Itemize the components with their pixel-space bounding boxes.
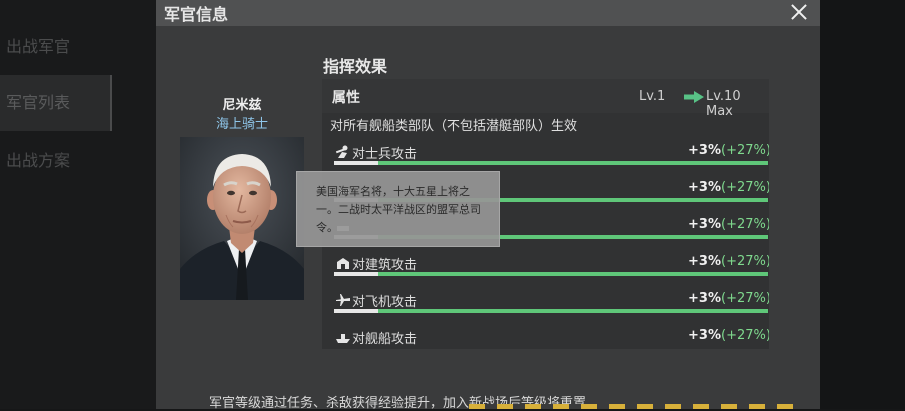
effect-row-value: +3% [688, 217, 721, 232]
effect-row-label: 对飞机攻击 [352, 295, 418, 310]
officer-bio-tooltip: 美国海军名将，十大五星上将之一。二战时太平洋战区的盟军总司令。 [296, 171, 500, 247]
effect-row-max: (+27%) [721, 143, 769, 158]
effect-row-label: 对舰船攻击 [352, 332, 418, 347]
effect-row-value: +3% [688, 143, 721, 158]
effect-progress-fill [334, 272, 378, 276]
ship-attack-icon [336, 334, 350, 343]
effect-progress-fill [334, 309, 378, 313]
officer-name: 尼米兹 [222, 98, 262, 113]
close-icon[interactable] [788, 1, 810, 23]
effect-scope-text: 对所有舰船类部队（不包括潜艇部队）生效 [330, 119, 578, 134]
effect-row-building: 对建筑攻击 +3% (+27%) [322, 254, 769, 291]
sidebar-item-officer-list[interactable]: 军官列表 [0, 75, 112, 131]
modal-title: 军官信息 [164, 5, 229, 24]
effect-row-ship: 对舰船攻击 +3% (+27%) [322, 328, 769, 349]
effect-row-value: +3% [688, 254, 721, 269]
lv1-column-header: Lv.1 [639, 89, 666, 104]
soldier-attack-icon [335, 145, 348, 158]
effect-row-max: (+27%) [721, 254, 769, 269]
sidebar-item-deployment-plan[interactable]: 出战方案 [0, 133, 112, 189]
effect-row-value: +3% [688, 328, 721, 343]
effect-row-max: (+27%) [721, 180, 769, 195]
hazard-stripe [469, 404, 799, 409]
background-right [820, 0, 905, 409]
effect-progress-bar [334, 272, 768, 276]
modal-header: 军官信息 [156, 0, 820, 26]
effect-row-label: 对士兵攻击 [352, 147, 418, 162]
effect-row-value: +3% [688, 180, 721, 195]
effect-row-label: 对建筑攻击 [352, 258, 418, 273]
effect-table-header: 属性 Lv.1 Lv.10 Max [322, 79, 769, 119]
effect-row-max: (+27%) [721, 291, 769, 306]
sidebar-item-deployed-officers[interactable]: 出战军官 [0, 19, 112, 75]
effect-row-aircraft: 对飞机攻击 +3% (+27%) [322, 291, 769, 328]
officer-portrait [180, 137, 304, 300]
command-effect-title: 指挥效果 [323, 57, 388, 76]
background-sidebar: 出战军官 军官列表 出战方案 [0, 0, 160, 409]
level-arrow-icon [684, 91, 704, 103]
effect-progress-fill [334, 161, 378, 165]
effect-progress-bar [334, 161, 768, 165]
aircraft-attack-icon [336, 294, 350, 306]
effect-row-max: (+27%) [721, 328, 769, 343]
building-attack-icon [337, 258, 349, 269]
officer-title: 海上骑士 [215, 117, 268, 132]
effect-row-max: (+27%) [721, 217, 769, 232]
effect-row-value: +3% [688, 291, 721, 306]
attribute-column-header: 属性 [332, 90, 360, 106]
effect-progress-bar [334, 309, 768, 313]
lv10-column-header: Lv.10 Max [706, 89, 741, 119]
